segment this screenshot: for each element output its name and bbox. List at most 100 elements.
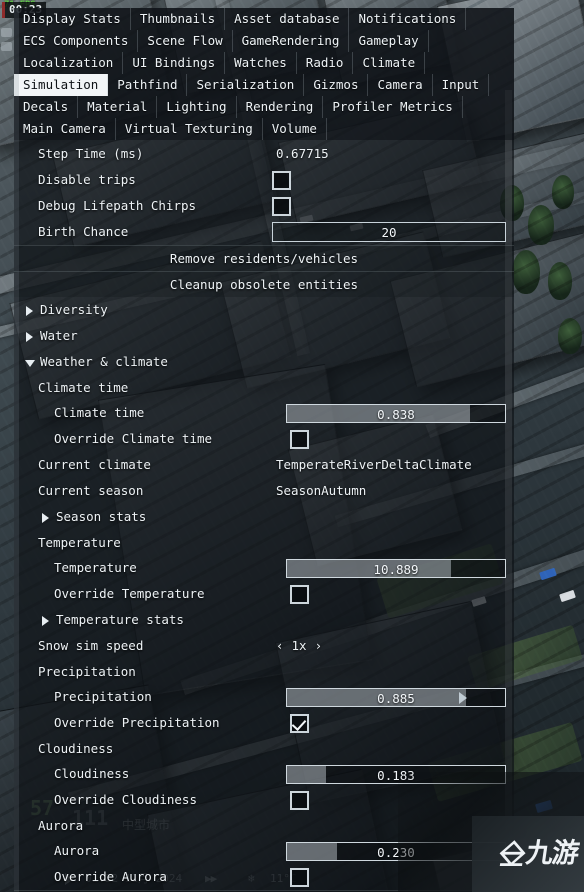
group-cloudiness: Cloudiness [14, 736, 514, 761]
tab-rendering[interactable]: Rendering [237, 96, 324, 118]
snow-sim-speed-label: Snow sim speed [38, 638, 144, 653]
tab-asset-database[interactable]: Asset database [225, 8, 350, 30]
tab-row-4: Simulation Pathfind Serialization Gizmos… [14, 74, 514, 96]
temperature-slider[interactable]: 10.889 [286, 558, 506, 578]
tab-row-2: ECS Components Scene Flow GameRendering … [14, 30, 514, 52]
tab-climate[interactable]: Climate [353, 52, 426, 74]
birth-chance-input[interactable]: 20 [272, 222, 506, 242]
climate-time-label: Climate time [54, 405, 145, 420]
tab-ecs-components[interactable]: ECS Components [14, 30, 139, 52]
tab-pathfind[interactable]: Pathfind [108, 74, 188, 96]
foldout-weather-climate[interactable]: Weather & climate [14, 349, 514, 375]
watermark-logo-icon: ⎒ [496, 834, 527, 874]
group-climate-time: Climate time [14, 375, 514, 400]
row-birth-chance: Birth Chance 20 [14, 219, 514, 245]
chevron-right-icon [42, 616, 49, 626]
tab-gizmos[interactable]: Gizmos [304, 74, 369, 96]
disable-trips-checkbox[interactable] [272, 170, 291, 190]
birth-chance-value: 20 [381, 225, 397, 240]
row-override-temperature: Override Temperature [14, 581, 514, 607]
tab-lighting[interactable]: Lighting [157, 96, 237, 118]
temperature-value: 10.889 [373, 561, 419, 577]
tab-row-5: Decals Material Lighting Rendering Profi… [14, 96, 514, 118]
remove-residents-label: Remove residents/vehicles [169, 251, 359, 266]
foldout-water[interactable]: Water [14, 323, 514, 349]
precipitation-slider-handle[interactable] [459, 691, 468, 704]
debug-panel: Display Stats Thumbnails Asset database … [14, 8, 514, 892]
row-climate-time: Climate time 0.838 [14, 400, 514, 426]
tab-display-stats[interactable]: Display Stats [14, 8, 131, 30]
tab-game-rendering[interactable]: GameRendering [233, 30, 350, 52]
chevron-right-icon [26, 332, 33, 342]
tab-camera[interactable]: Camera [368, 74, 433, 96]
tab-decals[interactable]: Decals [14, 96, 79, 118]
group-precipitation: Precipitation [14, 659, 514, 684]
foldout-diversity[interactable]: Diversity [14, 297, 514, 323]
debug-lifepath-label: Debug Lifepath Chirps [38, 198, 197, 213]
override-cloudiness-checkbox[interactable] [290, 790, 309, 810]
row-override-precipitation: Override Precipitation [14, 710, 514, 736]
row-current-climate: Current climate TemperateRiverDeltaClima… [14, 452, 514, 478]
row-precipitation: Precipitation 0.885 [14, 684, 514, 710]
override-aurora-label: Override Aurora [54, 869, 167, 884]
hud-side-icons[interactable] [1, 28, 15, 56]
override-temperature-label: Override Temperature [54, 586, 205, 601]
diversity-label: Diversity [40, 302, 108, 317]
tab-gameplay[interactable]: Gameplay [349, 30, 429, 52]
override-climate-time-checkbox[interactable] [290, 429, 309, 449]
chevron-down-icon [25, 360, 35, 367]
current-climate-value: TemperateRiverDeltaClimate [276, 457, 472, 472]
override-precipitation-label: Override Precipitation [54, 715, 220, 730]
tab-row-6: Main Camera Virtual Texturing Volume [14, 118, 514, 140]
precipitation-slider[interactable]: 0.885 [286, 687, 506, 707]
weather-climate-label: Weather & climate [40, 354, 168, 369]
tab-watches[interactable]: Watches [225, 52, 297, 74]
aurora-group-label: Aurora [38, 817, 84, 833]
cleanup-obsolete-button[interactable]: Cleanup obsolete entities [14, 271, 514, 297]
row-override-climate-time: Override Climate time [14, 426, 514, 452]
snow-sim-speed-stepper[interactable]: ‹ 1x › [276, 639, 322, 653]
row-step-time: Step Time (ms) 0.67715 [14, 141, 514, 167]
override-precipitation-checkbox[interactable] [290, 713, 309, 733]
temperature-label: Temperature [54, 560, 137, 575]
tab-virtual-texturing[interactable]: Virtual Texturing [116, 118, 263, 140]
override-aurora-checkbox[interactable] [290, 867, 309, 887]
override-temperature-checkbox[interactable] [290, 584, 309, 604]
climate-time-value: 0.838 [377, 406, 415, 422]
watermark-text: 九游 [523, 838, 581, 869]
tab-notifications[interactable]: Notifications [349, 8, 467, 30]
stepper-next-icon[interactable]: › [315, 639, 323, 653]
tab-material[interactable]: Material [78, 96, 158, 118]
cleanup-obsolete-label: Cleanup obsolete entities [169, 277, 359, 292]
cloudiness-group-label: Cloudiness [38, 740, 114, 756]
tab-radio[interactable]: Radio [297, 52, 354, 74]
chevron-right-icon [42, 513, 49, 523]
tab-scene-flow[interactable]: Scene Flow [138, 30, 233, 52]
tab-profiler-metrics[interactable]: Profiler Metrics [323, 96, 463, 118]
stepper-prev-icon[interactable]: ‹ [276, 639, 284, 653]
climate-time-slider[interactable]: 0.838 [286, 403, 506, 423]
climate-time-group-label: Climate time [38, 379, 129, 395]
debug-lifepath-checkbox[interactable] [272, 196, 291, 216]
tab-serialization[interactable]: Serialization [187, 74, 305, 96]
tab-ui-bindings[interactable]: UI Bindings [123, 52, 226, 74]
step-time-label: Step Time (ms) [38, 146, 144, 161]
step-time-value: 0.67715 [276, 146, 329, 161]
tab-volume[interactable]: Volume [263, 118, 327, 140]
tab-localization[interactable]: Localization [14, 52, 124, 74]
foldout-season-stats[interactable]: Season stats [14, 504, 514, 530]
tab-thumbnails[interactable]: Thumbnails [131, 8, 226, 30]
cloudiness-label: Cloudiness [54, 766, 130, 781]
season-stats-label: Season stats [56, 509, 147, 524]
foldout-temperature-stats[interactable]: Temperature stats [14, 607, 514, 633]
tab-input[interactable]: Input [433, 74, 490, 96]
temperature-group-label: Temperature [38, 534, 121, 550]
remove-residents-button[interactable]: Remove residents/vehicles [14, 245, 514, 271]
override-cloudiness-label: Override Cloudiness [54, 792, 197, 807]
tab-simulation[interactable]: Simulation [14, 74, 109, 96]
precipitation-group-label: Precipitation [38, 663, 136, 679]
current-climate-label: Current climate [38, 457, 151, 472]
tab-main-camera[interactable]: Main Camera [14, 118, 116, 140]
panel-scrollbar[interactable] [14, 8, 19, 892]
current-season-value: SeasonAutumn [276, 483, 367, 498]
